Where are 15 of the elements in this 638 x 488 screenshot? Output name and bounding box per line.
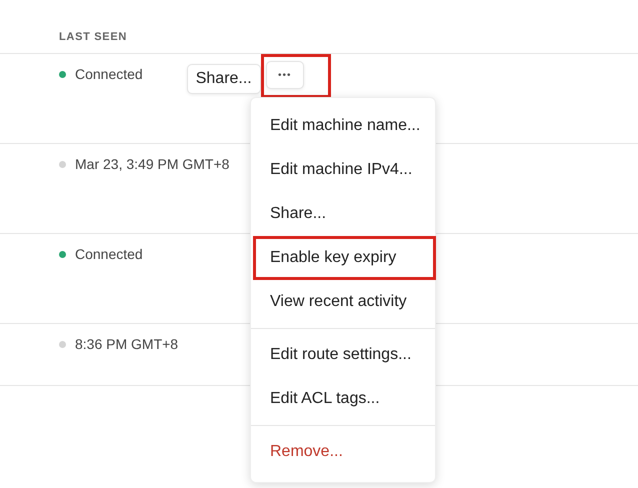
last-seen-text: Connected [75,246,143,262]
menu-item[interactable]: Enable key expiry [253,236,436,280]
menu-item[interactable]: Edit machine IPv4... [253,148,436,192]
menu-item[interactable]: Share... [253,192,436,236]
more-options-button[interactable]: ••• [266,61,304,89]
last-seen-text: 8:36 PM GMT+8 [75,336,178,352]
menu-item[interactable]: Edit route settings... [253,333,436,377]
menu-item[interactable]: View recent activity [253,280,436,324]
menu-item[interactable]: Edit machine name... [253,104,436,148]
menu-item[interactable]: Remove... [253,430,436,474]
last-seen-text: Connected [75,66,143,82]
column-header: LAST SEEN [59,31,128,43]
menu-item[interactable]: Edit ACL tags... [253,377,436,421]
share-button[interactable]: Share... [186,64,261,94]
last-seen-text: Mar 23, 3:49 PM GMT+8 [75,156,230,172]
